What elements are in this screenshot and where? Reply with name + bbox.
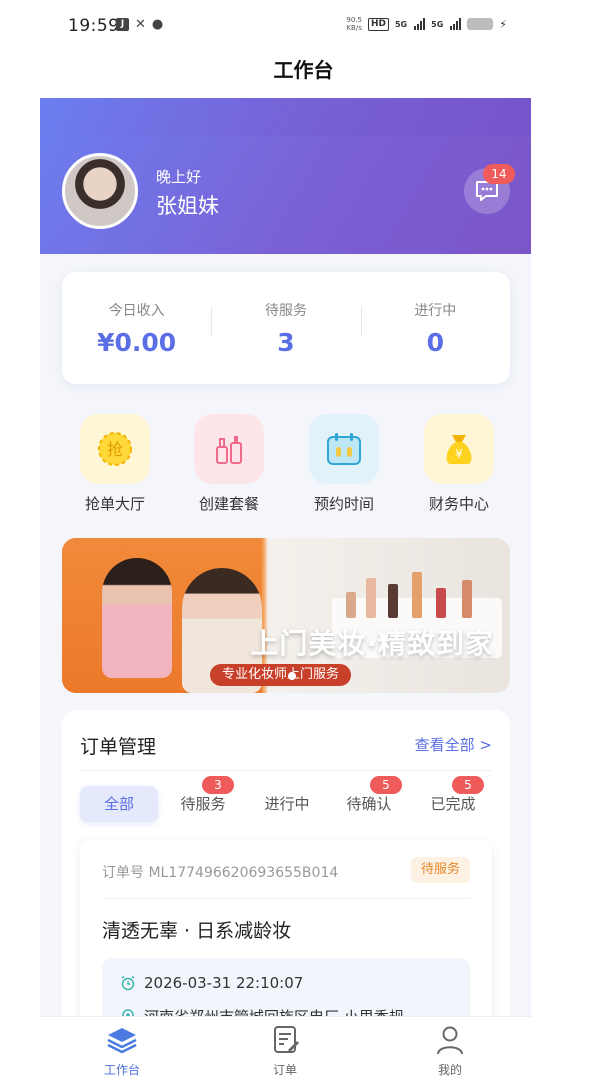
tab-label: 全部 xyxy=(103,795,134,813)
tools-icon: ✕ xyxy=(135,17,146,32)
divider xyxy=(80,770,492,771)
quick-menu-label: 预约时间 xyxy=(313,495,374,513)
appointment-time-row: 2026-03-31 22:10:07 xyxy=(120,974,303,992)
bottle-image xyxy=(412,572,422,618)
stat-today-income[interactable]: 今日收入 ¥0.00 xyxy=(62,272,211,384)
stat-value: 3 xyxy=(277,328,295,357)
tab-label: 待确认 xyxy=(346,795,392,813)
quick-menu-label: 财务中心 xyxy=(428,495,489,513)
tab-count-badge: 3 xyxy=(202,776,234,794)
layers-icon xyxy=(107,1028,137,1054)
stat-value: 0 xyxy=(426,328,445,357)
stat-label: 今日收入 xyxy=(108,303,165,319)
promo-banner[interactable]: 上门美妆·精致到家 专业化妆师上门服务 xyxy=(62,538,510,693)
banner-headline: 上门美妆·精致到家 xyxy=(250,627,494,660)
network-speed: 90.5 KB/s xyxy=(346,16,362,32)
service-name: 清透无辜 · 日系减龄妆 xyxy=(102,920,292,942)
avatar[interactable] xyxy=(62,153,138,229)
tab-in-progress[interactable]: 进行中 xyxy=(248,786,326,822)
money-bag-icon: ¥ xyxy=(424,414,494,484)
calendar-icon xyxy=(309,414,379,484)
sim2-label: 5G xyxy=(431,19,444,29)
quick-menu-label: 创建套餐 xyxy=(198,495,259,513)
charging-icon: ⚡ xyxy=(499,17,507,31)
hd-icon: HD xyxy=(367,17,389,31)
stat-label: 进行中 xyxy=(414,303,457,319)
status-badge: 待服务 xyxy=(410,857,470,883)
tabbar-item-mine[interactable]: 我的 xyxy=(400,1025,500,1078)
order-tabs: 全部 待服务 3 进行中 待确认 5 已完成 5 xyxy=(80,776,492,822)
stat-pending-service[interactable]: 待服务 3 xyxy=(211,272,360,384)
greeting-text: 晚上好 xyxy=(156,168,202,186)
view-all-link[interactable]: 查看全部 > xyxy=(415,734,492,755)
order-doc-icon xyxy=(274,1026,299,1053)
money-bag-icon-text: ¥ xyxy=(455,447,463,461)
quick-menu-appointment-time[interactable]: 预约时间 xyxy=(289,414,399,514)
network-speed-value: 90.5 xyxy=(346,16,362,24)
cosmetics-icon xyxy=(194,414,264,484)
alarm-clock-icon xyxy=(121,975,135,991)
page-title: 工作台 xyxy=(273,58,334,82)
signal-icon xyxy=(414,18,426,30)
bottle-image xyxy=(462,580,472,618)
user-name: 张姐妹 xyxy=(156,194,219,218)
stat-value: ¥0.00 xyxy=(97,328,177,357)
banner-subline: 专业化妆师上门服务 xyxy=(210,664,352,686)
tab-label: 已完成 xyxy=(430,795,476,813)
bottom-tab-bar: 工作台 订单 我的 xyxy=(40,1016,531,1080)
status-bar: 19:59 J ✕ ● 90.5 KB/s HD 5G 5G ⚡ xyxy=(0,0,607,52)
tab-count-badge: 5 xyxy=(370,776,402,794)
battery-icon xyxy=(467,18,494,30)
banner-pagination-dot[interactable] xyxy=(288,672,296,680)
section-title: 订单管理 xyxy=(80,736,157,758)
bottle-image xyxy=(436,588,446,618)
header-decoration xyxy=(40,98,531,136)
profile-header: 晚上好 张姐妹 14 xyxy=(40,98,531,254)
tab-all[interactable]: 全部 xyxy=(80,786,158,822)
grab-order-icon-text: 抢 xyxy=(107,440,123,459)
quick-menu-grab-orders[interactable]: 抢 抢单大厅 xyxy=(60,414,170,514)
tabbar-label: 我的 xyxy=(437,1063,462,1077)
status-time: 19:59 xyxy=(68,16,120,36)
signal-icon xyxy=(450,18,462,30)
bottle-image xyxy=(366,578,376,618)
quick-menu-create-package[interactable]: 创建套餐 xyxy=(174,414,284,514)
appointment-time: 2026-03-31 22:10:07 xyxy=(144,974,304,992)
chat-bubble-icon: ● xyxy=(151,17,164,32)
stat-label: 待服务 xyxy=(264,303,307,319)
quick-menu: 抢 抢单大厅 创建套餐 预约时间 ¥ 财务中心 xyxy=(40,414,531,524)
tab-label: 进行中 xyxy=(264,795,310,813)
quick-menu-label: 抢单大厅 xyxy=(84,495,145,513)
grab-order-icon: 抢 xyxy=(80,414,150,484)
person-icon xyxy=(437,1026,463,1055)
tabbar-label: 订单 xyxy=(272,1063,297,1077)
message-count-badge: 14 xyxy=(483,164,515,184)
bottle-image xyxy=(346,592,356,618)
app-notification-icon: J xyxy=(116,18,129,31)
tabbar-item-orders[interactable]: 订单 xyxy=(235,1025,335,1078)
tab-label: 待服务 xyxy=(180,795,226,813)
quick-menu-finance-center[interactable]: ¥ 财务中心 xyxy=(404,414,514,514)
network-speed-unit: KB/s xyxy=(346,24,362,32)
status-notification-icons: J ✕ ● xyxy=(116,18,163,31)
banner-makeup-artist-image xyxy=(102,558,172,678)
divider xyxy=(102,898,470,899)
tabbar-label: 工作台 xyxy=(103,1063,140,1077)
stat-in-progress[interactable]: 进行中 0 xyxy=(360,272,510,384)
stats-card: 今日收入 ¥0.00 待服务 3 进行中 0 xyxy=(62,272,510,384)
bottle-image xyxy=(388,584,398,618)
workbench-content: 晚上好 张姐妹 14 今日收入 ¥0.00 待服务 3 进行中 0 抢 抢单大厅… xyxy=(40,98,531,1080)
order-number: 订单号 ML177496620693655B014 xyxy=(102,865,339,881)
status-indicators: 90.5 KB/s HD 5G 5G ⚡ xyxy=(346,16,507,32)
tab-count-badge: 5 xyxy=(452,776,484,794)
tabbar-item-workbench[interactable]: 工作台 xyxy=(72,1025,172,1078)
sim1-label: 5G xyxy=(394,19,408,29)
